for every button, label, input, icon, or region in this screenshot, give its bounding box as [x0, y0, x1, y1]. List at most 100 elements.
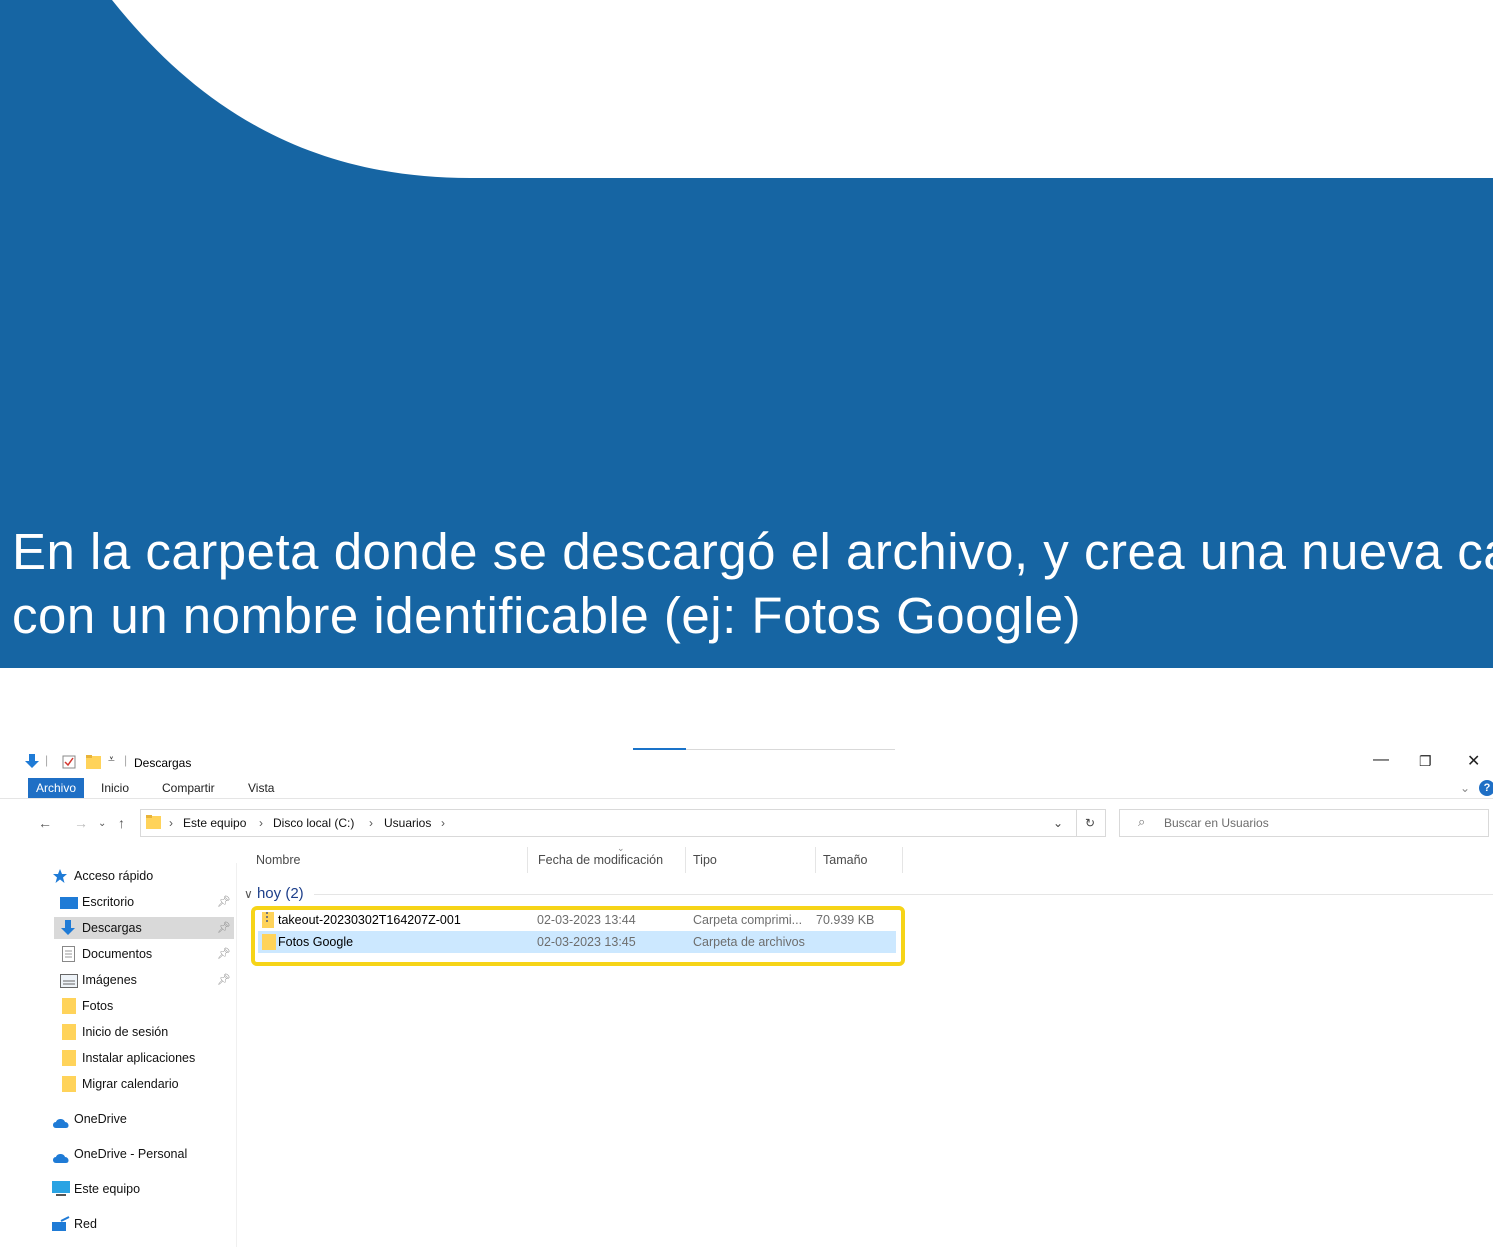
- yellow-highlight-box: [251, 906, 905, 966]
- sidebar-item-este-equipo[interactable]: Este equipo: [52, 1178, 232, 1200]
- tab-compartir[interactable]: Compartir: [162, 778, 215, 798]
- minimize-button[interactable]: —: [1373, 751, 1389, 769]
- sidebar-item-descargas[interactable]: Descargas 📌︎: [54, 917, 234, 939]
- pin-icon[interactable]: 📌︎: [217, 891, 231, 913]
- window-title: Descargas: [134, 756, 192, 770]
- column-header-nombre[interactable]: Nombre: [256, 853, 300, 867]
- computer-icon: [52, 1181, 70, 1204]
- column-header-tipo[interactable]: Tipo: [693, 853, 717, 867]
- search-icon: ⌕: [1138, 814, 1146, 829]
- help-icon[interactable]: ?: [1479, 780, 1493, 796]
- sidebar-item-migrar-calendario[interactable]: Migrar calendario: [54, 1073, 234, 1095]
- sidebar-item-label: OneDrive - Personal: [74, 1147, 188, 1161]
- sidebar-item-red[interactable]: Red: [52, 1213, 232, 1235]
- sidebar-item-escritorio[interactable]: Escritorio 📌︎: [54, 891, 234, 913]
- tab-inicio[interactable]: Inicio: [101, 778, 129, 798]
- ribbon-tabs: Archivo Inicio Compartir Vista ⌄ ?: [0, 778, 1493, 799]
- pin-icon[interactable]: 📌︎: [217, 943, 231, 965]
- instruction-text: En la carpeta donde se descargó el archi…: [12, 520, 1493, 648]
- title-bar: | ⩡ | Descargas — ❐ ✕: [0, 745, 1493, 777]
- instruction-banner: En la carpeta donde se descargó el archi…: [0, 0, 1493, 680]
- sidebar-item-inicio-de-sesion[interactable]: Inicio de sesión: [54, 1021, 234, 1043]
- star-icon: [52, 868, 68, 891]
- folder-icon: [146, 815, 162, 832]
- properties-icon[interactable]: [62, 755, 76, 772]
- quick-access-dropdown-icon[interactable]: ⩡: [108, 752, 115, 767]
- expand-ribbon-icon[interactable]: ⌄: [1460, 778, 1470, 798]
- sidebar-item-label: Acceso rápido: [74, 869, 154, 883]
- folder-icon: [62, 1024, 76, 1047]
- sidebar-item-acceso-rapido[interactable]: Acceso rápido: [52, 865, 232, 887]
- column-divider[interactable]: [685, 847, 686, 873]
- sidebar-item-label: Migrar calendario: [82, 1077, 179, 1091]
- group-divider: [314, 894, 1493, 895]
- pin-icon[interactable]: 📌︎: [217, 969, 231, 991]
- download-icon[interactable]: [24, 753, 40, 772]
- sidebar-item-onedrive-personal[interactable]: OneDrive - Personal: [52, 1143, 232, 1165]
- recent-locations-icon[interactable]: ⌄: [98, 818, 106, 829]
- breadcrumb-disco-local[interactable]: Disco local (C:): [273, 816, 354, 830]
- document-icon: [62, 946, 75, 969]
- breadcrumb-usuarios[interactable]: Usuarios: [384, 816, 431, 830]
- folder-icon: [62, 998, 76, 1021]
- instruction-line-1: En la carpeta donde se descargó el archi…: [12, 523, 1493, 580]
- sidebar-item-label: Instalar aplicaciones: [82, 1051, 196, 1065]
- sidebar-item-fotos[interactable]: Fotos: [54, 995, 234, 1017]
- separator: |: [45, 753, 49, 767]
- new-folder-icon[interactable]: [86, 755, 102, 772]
- folder-icon: [62, 1050, 76, 1073]
- restore-button[interactable]: ❐: [1419, 753, 1432, 770]
- sidebar-item-label: OneDrive: [74, 1112, 127, 1126]
- back-arrow-icon[interactable]: ←: [38, 815, 52, 831]
- sidebar-item-label: Fotos: [82, 999, 114, 1013]
- breadcrumb-chevron-icon[interactable]: ›: [369, 816, 373, 830]
- column-header-fecha[interactable]: Fecha de modificación: [538, 853, 663, 867]
- sidebar-item-documentos[interactable]: Documentos 📌︎: [54, 943, 234, 965]
- sidebar-item-imagenes[interactable]: Imágenes 📌︎: [54, 969, 234, 991]
- tab-vista[interactable]: Vista: [248, 778, 274, 798]
- sidebar-item-label: Inicio de sesión: [82, 1025, 169, 1039]
- file-explorer-window: | ⩡ | Descargas — ❐ ✕ Archivo Inicio Com…: [0, 745, 1493, 1247]
- sidebar-item-instalar-aplicaciones[interactable]: Instalar aplicaciones: [54, 1047, 234, 1069]
- pictures-icon: [60, 973, 78, 995]
- refresh-button[interactable]: ↻: [1075, 809, 1106, 837]
- cloud-icon: [52, 1149, 70, 1171]
- sidebar-item-onedrive[interactable]: OneDrive: [52, 1108, 232, 1130]
- sidebar-item-label: Escritorio: [82, 895, 135, 909]
- pin-icon[interactable]: 📌︎: [217, 917, 231, 939]
- file-list: Nombre ⌄ Fecha de modificación Tipo Tama…: [242, 841, 1493, 1247]
- address-bar-row: ← → ⌄ ↑ › Este equipo › Disco local (C:)…: [0, 805, 1493, 839]
- desktop-icon: [60, 895, 78, 917]
- column-divider[interactable]: [815, 847, 816, 873]
- sidebar-item-label: Este equipo: [74, 1182, 141, 1196]
- up-arrow-icon[interactable]: ↑: [118, 815, 125, 831]
- sidebar-item-label: Imágenes: [82, 973, 137, 987]
- network-icon: [52, 1216, 70, 1239]
- download-icon: [60, 919, 76, 944]
- tab-archivo[interactable]: Archivo: [28, 778, 85, 798]
- instruction-line-2: con un nombre identificable (ej: Fotos G…: [12, 587, 1082, 644]
- loading-indicator: [633, 748, 895, 750]
- close-button[interactable]: ✕: [1467, 751, 1480, 771]
- column-divider[interactable]: [527, 847, 528, 873]
- group-header-hoy[interactable]: ∨ hoy (2): [244, 885, 304, 902]
- column-divider[interactable]: [902, 847, 903, 873]
- sidebar-item-label: Documentos: [82, 947, 153, 961]
- sidebar-item-label: Red: [74, 1217, 97, 1231]
- address-bar[interactable]: › Este equipo › Disco local (C:) › Usuar…: [140, 809, 1077, 837]
- address-dropdown-icon[interactable]: ⌄: [1053, 816, 1063, 830]
- breadcrumb-chevron-icon[interactable]: ›: [259, 816, 263, 830]
- chevron-down-icon: ∨: [244, 887, 253, 901]
- breadcrumb-chevron-icon[interactable]: ›: [169, 816, 173, 830]
- breadcrumb-este-equipo[interactable]: Este equipo: [183, 816, 246, 830]
- navigation-pane: Acceso rápido Escritorio 📌︎ Descargas 📌︎…: [0, 863, 237, 1247]
- search-box[interactable]: ⌕ Buscar en Usuarios: [1119, 809, 1489, 837]
- column-header-tamano[interactable]: Tamaño: [823, 853, 867, 867]
- separator: |: [124, 753, 128, 767]
- sidebar-item-label: Descargas: [82, 921, 142, 935]
- search-placeholder: Buscar en Usuarios: [1164, 816, 1269, 830]
- forward-arrow-icon[interactable]: →: [74, 815, 88, 831]
- breadcrumb-chevron-icon[interactable]: ›: [441, 816, 445, 830]
- group-label: hoy (2): [256, 885, 304, 902]
- folder-icon: [62, 1076, 76, 1099]
